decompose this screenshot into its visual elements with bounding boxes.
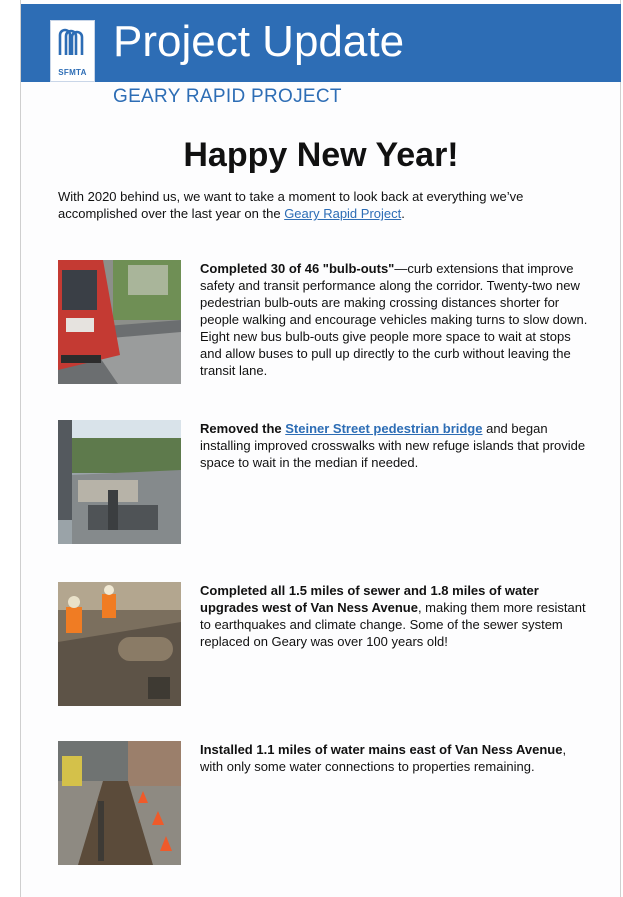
sfmta-logo-icon <box>58 28 84 55</box>
sfmta-logo: SFMTA <box>50 20 95 82</box>
bus-bulb-out-photo <box>58 260 181 384</box>
item-heading: Removed the <box>200 421 286 436</box>
item-text: Installed 1.1 miles of water mains east … <box>200 741 590 775</box>
header-banner: SFMTA Project Update <box>21 4 621 82</box>
item-text: Removed the Steiner Street pedestrian br… <box>200 420 590 471</box>
item-heading: Installed 1.1 miles of water mains east … <box>200 742 563 757</box>
geary-rapid-project-link[interactable]: Geary Rapid Project <box>284 206 401 221</box>
project-subtitle: GEARY RAPID PROJECT <box>113 86 342 107</box>
item-heading: Completed 30 of 46 "bulb-outs" <box>200 261 395 276</box>
steiner-bridge-link[interactable]: Steiner Street pedestrian bridge <box>285 421 482 436</box>
intro-end: . <box>401 206 405 221</box>
item-text: Completed 30 of 46 "bulb-outs"—curb exte… <box>200 260 590 379</box>
logo-text: SFMTA <box>58 68 87 77</box>
banner-title: Project Update <box>113 17 405 66</box>
sewer-workers-photo <box>58 582 181 706</box>
newsletter-page: SFMTA Project Update GEARY RAPID PROJECT… <box>20 0 621 897</box>
intro-paragraph: With 2020 behind us, we want to take a m… <box>58 188 598 222</box>
headline: Happy New Year! <box>183 136 459 174</box>
item-body: —curb extensions that improve safety and… <box>200 261 588 378</box>
water-main-trench-photo <box>58 741 181 865</box>
item-text: Completed all 1.5 miles of sewer and 1.8… <box>200 582 590 650</box>
bridge-removal-photo <box>58 420 181 544</box>
